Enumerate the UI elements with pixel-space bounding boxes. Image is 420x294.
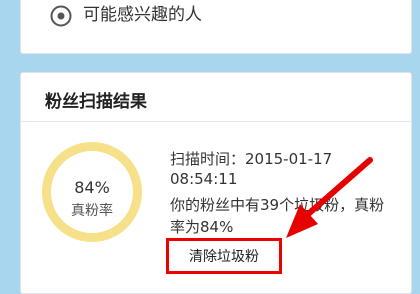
scan-summary-line-1: 你的粉丝中有39个垃圾粉，真粉 [170, 196, 385, 214]
ratio-percent: 84% [74, 178, 110, 197]
eye-icon [50, 5, 72, 27]
scan-time-value: 08:54:11 [170, 170, 238, 188]
scan-summary-line-2: 率为84% [170, 218, 234, 236]
interest-link[interactable]: 可能感兴趣的人 [83, 0, 202, 25]
scan-time: 扫描时间：2015-01-17 [170, 150, 333, 168]
interest-card: 可能感兴趣的人 [20, 0, 412, 54]
clear-fans-button[interactable]: 清除垃圾粉 [166, 238, 282, 274]
section-title: 粉丝扫描结果 [45, 92, 147, 112]
ratio-label: 真粉率 [71, 203, 113, 219]
scan-result-header: 粉丝扫描结果 [21, 73, 411, 122]
